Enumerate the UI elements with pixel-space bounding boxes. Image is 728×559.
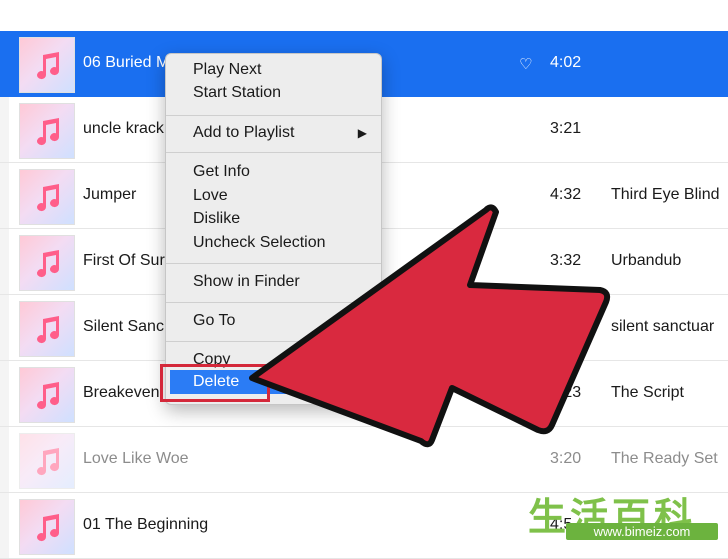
pointer-arrow-annotation	[249, 204, 611, 448]
pointer-arrow-shape	[249, 204, 611, 448]
watermark-url: www.bimeiz.com	[566, 523, 718, 540]
watermark-logo: 生活百科 www.bimeiz.com	[528, 486, 724, 542]
